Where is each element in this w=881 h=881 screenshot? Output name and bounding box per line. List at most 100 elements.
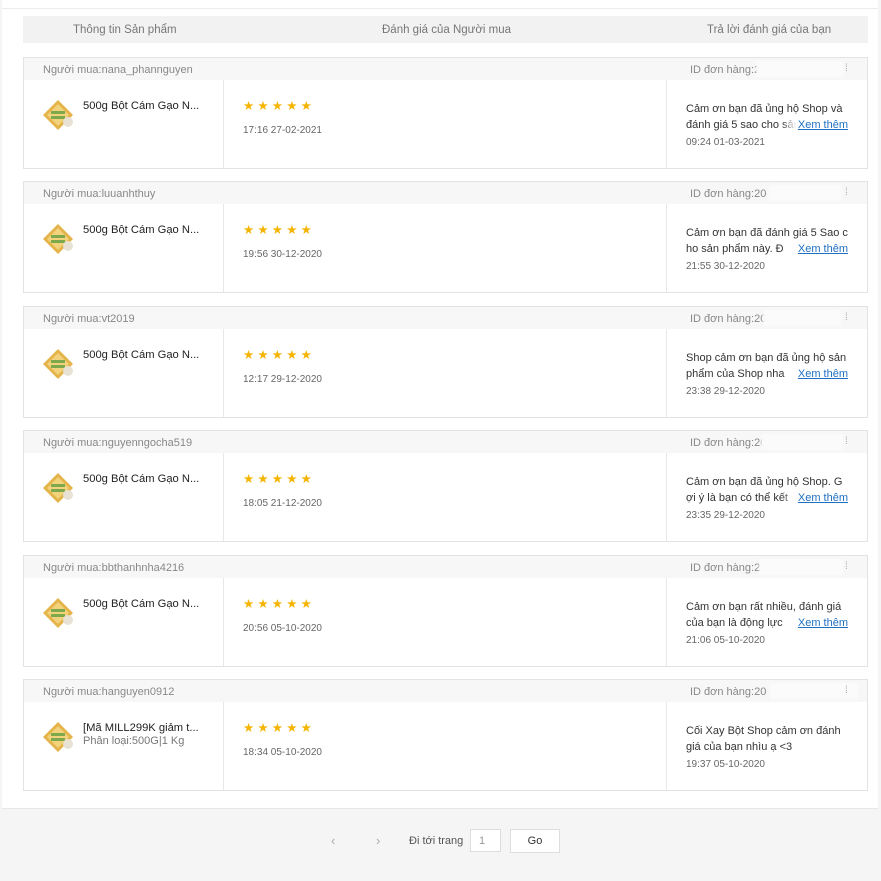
buyer-name: Người mua:hanguyen0912 [43,686,175,698]
divider [666,453,667,541]
chevron-right-icon[interactable]: › [376,833,380,848]
seller-reply: Cảm ơn bạn đã ủng hộ Shop. Gợi ý là bạn … [686,474,848,506]
review-card-body: 500g Bột Cám Gạo N... ★★★★★ 20:56 05-10-… [24,578,867,666]
order-id: ID đơn hàng:20 [690,188,767,200]
see-more-link[interactable]: Xem thêm [781,615,848,631]
order-id: ID đơn hàng:20 [690,686,767,698]
copy-order-icon[interactable]: ⁞ [845,436,848,447]
buyer-name: Người mua:vt2019 [43,313,135,325]
go-button[interactable]: Go [510,829,560,853]
star-rating: ★★★★★ [243,597,316,611]
product-thumbnail[interactable] [41,347,75,381]
divider [223,702,224,790]
divider [2,8,878,9]
product-name[interactable]: 500g Bột Cám Gạo N... [83,349,203,361]
reviews-panel: Thông tin Sản phẩm Đánh giá của Người mu… [2,0,878,809]
reply-text: Cối Xay Bột Shop cảm ơn đánh giá của bạn… [686,725,841,753]
star-rating: ★★★★★ [243,721,316,735]
product-name[interactable]: 500g Bột Cám Gạo N... [83,473,203,485]
review-time: 20:56 05-10-2020 [243,623,322,634]
review-card-body: 500g Bột Cám Gạo N... ★★★★★ 18:05 21-12-… [24,453,867,541]
review-time: 17:16 27-02-2021 [243,125,322,136]
chevron-left-icon[interactable]: ‹ [331,833,335,848]
product-thumbnail[interactable] [41,720,75,754]
redaction-mask [759,559,843,575]
reply-time: 21:55 30-12-2020 [686,261,765,272]
copy-order-icon[interactable]: ⁞ [845,187,848,198]
product-name[interactable]: 500g Bột Cám Gạo N... [83,100,203,112]
product-name[interactable]: 500g Bột Cám Gạo N... [83,598,203,610]
see-more-link[interactable]: Xem thêm [781,241,848,257]
product-name[interactable]: 500g Bột Cám Gạo N... [83,224,203,236]
product-thumbnail[interactable] [41,98,75,132]
review-time: 12:17 29-12-2020 [243,374,322,385]
header-product-info: Thông tin Sản phẩm [73,24,177,36]
divider [666,578,667,666]
review-time: 19:56 30-12-2020 [243,249,322,260]
reply-time: 21:06 05-10-2020 [686,635,765,646]
see-more-link[interactable]: Xem thêm [781,366,848,382]
divider [666,329,667,417]
seller-reply: Cảm ơn bạn đã ủng hộ Shop và đánh giá 5 … [686,101,848,133]
table-header: Thông tin Sản phẩm Đánh giá của Người mu… [23,16,868,43]
seller-reply: Shop cảm ơn bạn đã ủng hộ sản phẩm của S… [686,350,848,382]
redaction-mask [761,434,843,450]
seller-reply: Cảm ơn bạn đã đánh giá 5 Sao cho sản phẩ… [686,225,848,257]
star-rating: ★★★★★ [243,223,316,237]
see-more-link[interactable]: Xem thêm [781,490,848,506]
star-rating: ★★★★★ [243,348,316,362]
product-thumbnail[interactable] [41,222,75,256]
product-name[interactable]: [Mã MILL299K giảm t... [83,722,203,734]
divider [223,453,224,541]
buyer-name: Người mua:luuanhthuy [43,188,156,200]
divider [223,329,224,417]
divider [223,204,224,292]
star-rating: ★★★★★ [243,99,316,113]
review-card-header: Người mua:hanguyen0912 ID đơn hàng:20 ⁞ [24,680,867,702]
header-buyer-rating: Đánh giá của Người mua [382,24,512,36]
review-card: Người mua:luuanhthuy ID đơn hàng:20 ⁞ 50… [23,181,868,293]
header-your-reply: Trả lời đánh giá của bạn [707,24,832,36]
divider [666,80,667,168]
reply-time: 23:38 29-12-2020 [686,386,765,397]
review-card: Người mua:hanguyen0912 ID đơn hàng:20 ⁞ … [23,679,868,791]
buyer-name: Người mua:bbthanhnha4216 [43,562,185,574]
review-card-body: 500g Bột Cám Gạo N... ★★★★★ 17:16 27-02-… [24,80,867,168]
divider [223,80,224,168]
order-id: ID đơn hàng:20 [690,437,767,449]
copy-order-icon[interactable]: ⁞ [845,312,848,323]
review-card-header: Người mua:nguyenngocha519 ID đơn hàng:20… [24,431,867,453]
seller-reply: Cối Xay Bột Shop cảm ơn đánh giá của bạn… [686,723,848,755]
buyer-name: Người mua:nguyenngocha519 [43,437,193,449]
copy-order-icon[interactable]: ⁞ [845,685,848,696]
see-more-link[interactable]: Xem thêm [781,117,848,133]
redaction-mask [756,61,844,77]
review-card-body: 500g Bột Cám Gạo N... ★★★★★ 19:56 30-12-… [24,204,867,292]
reply-time: 09:24 01-03-2021 [686,137,765,148]
review-card-header: Người mua:vt2019 ID đơn hàng:20 ⁞ [24,307,867,329]
review-card-body: 500g Bột Cám Gạo N... ★★★★★ 12:17 29-12-… [24,329,867,417]
review-card: Người mua:vt2019 ID đơn hàng:20 ⁞ 500g B… [23,306,868,418]
review-time: 18:05 21-12-2020 [243,498,322,509]
review-card-header: Người mua:luuanhthuy ID đơn hàng:20 ⁞ [24,182,867,204]
copy-order-icon[interactable]: ⁞ [845,561,848,572]
review-time: 18:34 05-10-2020 [243,747,322,758]
product-thumbnail[interactable] [41,596,75,630]
review-card: Người mua:nguyenngocha519 ID đơn hàng:20… [23,430,868,542]
copy-order-icon[interactable]: ⁞ [845,63,848,74]
order-id: ID đơn hàng:2 [690,64,761,76]
order-id: ID đơn hàng:20 [690,313,767,325]
review-card-header: Người mua:bbthanhnha4216 ID đơn hàng:2 ⁞ [24,556,867,578]
order-id: ID đơn hàng:2 [690,562,761,574]
reply-time: 19:37 05-10-2020 [686,759,765,770]
divider [666,702,667,790]
review-card: Người mua:nana_phannguyen ID đơn hàng:2 … [23,57,868,169]
redaction-mask [763,310,841,326]
product-thumbnail[interactable] [41,471,75,505]
goto-page-label: Đi tới trang [409,835,464,847]
seller-reply: Cảm ơn bạn rất nhiều, đánh giá của bạn l… [686,599,848,631]
page-number-input[interactable] [470,829,501,852]
star-rating: ★★★★★ [243,472,316,486]
review-card: Người mua:bbthanhnha4216 ID đơn hàng:2 ⁞… [23,555,868,667]
product-variant: Phân loại:500G|1 Kg [83,735,185,747]
